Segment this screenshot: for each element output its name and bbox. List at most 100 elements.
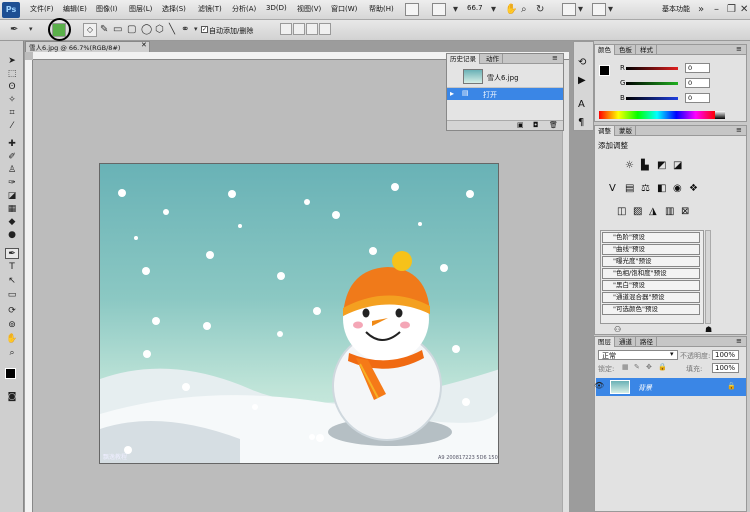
rounded-rectangle-icon[interactable]: ▢ [127,22,136,37]
zoom-dropdown-icon[interactable]: ▾ [453,2,458,17]
eyedropper-tool-icon[interactable]: ⁄ [5,121,19,132]
lock-all-icon[interactable]: 🔒 [658,363,667,371]
blur-tool-icon[interactable]: ◆ [5,217,19,228]
invert-icon[interactable]: ◫ [617,206,626,217]
channel-mixer-icon[interactable]: ❖ [689,183,698,194]
photo-filter-icon[interactable]: ◉ [673,183,682,194]
eraser-tool-icon[interactable]: ◪ [5,191,19,202]
color-spectrum-bar[interactable] [599,111,715,119]
new-snapshot-icon[interactable]: ◘ [533,121,539,129]
path-exclude-icon[interactable] [319,23,331,35]
actions-panel-icon[interactable]: ▶ [578,75,586,86]
posterize-icon[interactable]: ▨ [633,206,642,217]
dropdown-arrow-icon[interactable]: ▾ [194,22,198,37]
path-subtract-icon[interactable] [293,23,305,35]
blend-mode-select[interactable]: 正常 ▾ [598,350,678,360]
auto-add-delete-checkbox[interactable]: ✓ [201,26,208,33]
custom-shape-icon[interactable]: ⚭ [181,22,189,37]
menu-window[interactable]: 窗口(W) [331,4,357,14]
channel-g-input[interactable]: 0 [685,78,710,88]
threshold-icon[interactable]: ◮ [649,206,657,217]
gradient-tool-icon[interactable]: ▦ [5,204,19,215]
tab-swatches[interactable]: 色板 [616,45,636,55]
preset-channel-mixer[interactable]: "通道混合器"预设 [602,292,700,303]
type-tool-icon[interactable]: T [5,262,19,273]
quick-selection-tool-icon[interactable]: ✧ [5,95,19,106]
channel-g-slider[interactable] [626,82,678,85]
clone-stamp-tool-icon[interactable]: ♙ [5,165,19,176]
dropdown-arrow-icon[interactable]: ▾ [491,2,496,17]
foreground-swatch[interactable] [599,65,610,76]
preset-selective-color[interactable]: "可选颜色"预设 [602,304,700,315]
exposure-icon[interactable]: ◪ [673,160,682,171]
rectangle-icon[interactable]: ▭ [113,22,122,37]
tab-masks[interactable]: 蒙版 [616,126,636,136]
channel-r-slider[interactable] [626,67,678,70]
quick-mask-icon[interactable]: ◙ [5,392,19,403]
tab-color[interactable]: 颜色 [595,45,615,55]
canvas-image[interactable] [99,163,499,464]
tab-layers[interactable]: 图层 [595,337,615,347]
history-snapshot-row[interactable]: 雪人6.jpg [447,66,563,88]
hue-saturation-icon[interactable]: ▤ [625,183,634,194]
curves-icon[interactable]: ◩ [657,160,666,171]
screen-mode-icon[interactable] [592,3,606,16]
move-tool-icon[interactable]: ➤ [5,56,19,67]
arrange-documents-icon[interactable] [562,3,576,16]
tab-channels[interactable]: 通道 [616,337,636,347]
zoom-level[interactable]: 66.7 [467,4,483,12]
hand-tool-icon[interactable]: ✋ [5,334,19,345]
line-icon[interactable]: ╲ [169,22,175,37]
new-document-from-state-icon[interactable]: ▣ [517,121,524,129]
fill-input[interactable]: 100% [712,363,739,373]
mini-bridge-icon[interactable] [432,3,446,16]
presets-scrollbar[interactable] [705,230,711,324]
preset-black-white[interactable]: "黑白"预设 [602,280,700,291]
menu-image[interactable]: 图像(I) [96,4,118,14]
history-brush-source-icon[interactable]: ▸ [450,89,454,98]
rotate-view-icon[interactable]: ↻ [536,2,544,17]
lock-transparency-icon[interactable]: ▦ [622,363,629,371]
history-panel-icon[interactable]: ⟲ [578,57,586,68]
dropdown-arrow-icon[interactable]: ▾ [29,22,33,37]
crop-tool-icon[interactable]: ⌗ [5,108,19,119]
path-combine-icon[interactable] [280,23,292,35]
character-panel-icon[interactable]: A [578,99,585,110]
menu-file[interactable]: 文件(F) [30,4,54,14]
path-selection-tool-icon[interactable]: ↖ [5,276,19,287]
history-step-row[interactable]: ▸ ▤ 打开 [447,88,563,100]
zoom-tool-icon[interactable]: ⌕ [521,2,527,17]
menu-3d[interactable]: 3D(D) [266,4,287,12]
brightness-contrast-icon[interactable]: ☼ [625,160,634,171]
workspace-more-icon[interactable]: » [698,2,704,17]
channel-b-slider[interactable] [626,97,678,100]
ellipse-icon[interactable]: ◯ [141,22,152,37]
hand-tool-icon[interactable]: ✋ [505,2,517,17]
vibrance-icon[interactable]: V [609,183,616,194]
menu-layer[interactable]: 图层(L) [129,4,152,14]
dodge-tool-icon[interactable]: ● [5,230,19,241]
panel-menu-icon[interactable]: ≡ [736,45,742,53]
shape-tool-icon[interactable]: ▭ [5,290,19,301]
bridge-icon[interactable] [405,3,419,16]
pen-tool-icon[interactable]: ✒ [5,248,19,259]
grayscale-ramp[interactable] [715,111,725,119]
channel-r-input[interactable]: 0 [685,63,710,73]
delete-state-icon[interactable]: 🗑 [549,121,558,129]
pen-tool-preset-icon[interactable]: ✒ [10,22,18,37]
menu-analysis[interactable]: 分析(A) [232,4,256,14]
restore-icon[interactable]: ❐ [727,2,736,17]
tab-actions[interactable]: 动作 [483,54,503,64]
menu-select[interactable]: 选择(S) [162,4,186,14]
panel-menu-icon[interactable]: ≡ [736,126,742,134]
menu-view[interactable]: 视图(V) [297,4,321,14]
panel-menu-icon[interactable]: ≡ [736,337,742,345]
tab-history[interactable]: 历史记录 [447,54,480,64]
channel-b-input[interactable]: 0 [685,93,710,103]
gradient-map-icon[interactable]: ▥ [665,206,674,217]
tab-adjustments[interactable]: 调整 [595,126,615,136]
path-intersect-icon[interactable] [306,23,318,35]
minimize-icon[interactable]: – [714,2,719,17]
spot-healing-tool-icon[interactable]: ✚ [5,139,19,150]
menu-filter[interactable]: 滤镜(T) [198,4,222,14]
